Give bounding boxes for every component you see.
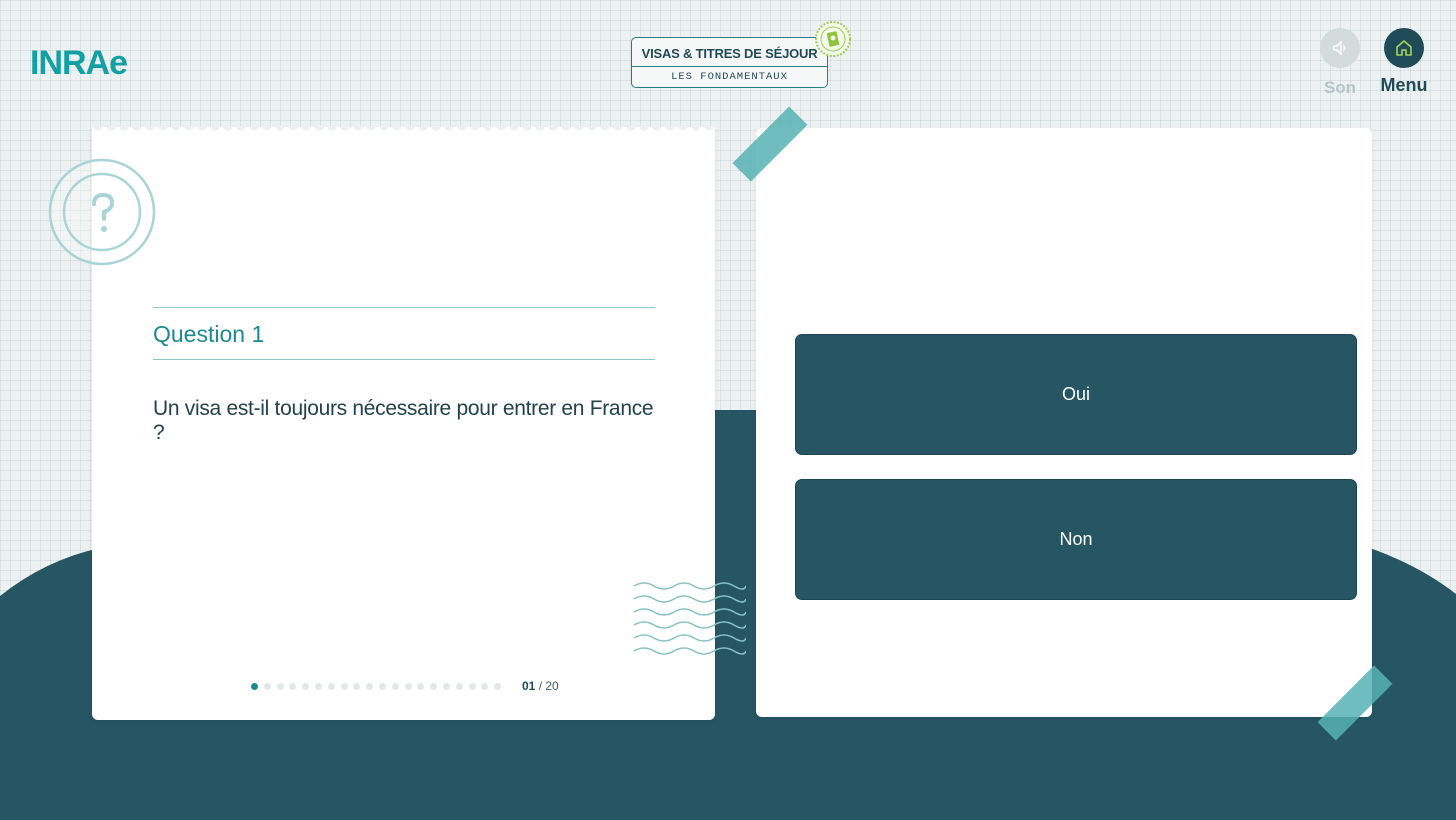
progress-dot — [366, 683, 374, 690]
notebook-perforation — [92, 126, 715, 136]
progress-dot — [289, 683, 297, 690]
progress-current: 01 — [522, 679, 536, 693]
progress-dot — [327, 683, 335, 690]
progress-dot — [468, 683, 476, 690]
progress-dot — [481, 683, 489, 690]
sound-toggle[interactable]: Son — [1316, 28, 1364, 98]
answer-no-button[interactable]: Non — [795, 479, 1357, 600]
menu-button[interactable] — [1384, 28, 1424, 68]
progress-dots — [251, 683, 502, 690]
postmark-waves-icon — [633, 582, 746, 655]
course-title-badge: VISAS & TITRES DE SÉJOUR LES FONDAMENTAU… — [631, 37, 828, 88]
progress-dot — [263, 683, 271, 690]
progress-dot — [353, 683, 361, 690]
progress-dot — [340, 683, 348, 690]
progress-dot — [314, 683, 322, 690]
sound-label: Son — [1323, 78, 1357, 97]
progress-dot — [417, 683, 425, 690]
progress-dot — [404, 683, 412, 690]
question-mark-stamp-icon — [48, 158, 156, 266]
menu-toggle[interactable]: Menu — [1376, 28, 1432, 96]
speaker-icon — [1333, 40, 1346, 56]
progress-dot — [455, 683, 463, 690]
progress-counter: 01 / 20 — [522, 679, 559, 693]
answer-yes-button[interactable]: Oui — [795, 334, 1357, 455]
divider-bottom — [153, 359, 655, 360]
inrae-logo: INRAe — [30, 44, 128, 82]
answer-card: Oui Non — [756, 128, 1372, 717]
progress-dot — [251, 683, 258, 690]
progress-dot — [391, 683, 399, 690]
question-card: Question 1 Un visa est-il toujours néces… — [92, 126, 715, 720]
progress-dot — [276, 683, 284, 690]
progress-dot — [442, 683, 450, 690]
divider-top — [153, 307, 655, 308]
question-number: Question 1 — [153, 321, 265, 347]
progress-total: / 20 — [538, 679, 559, 693]
progress-dot — [494, 683, 502, 690]
passport-stamp-icon — [815, 21, 851, 57]
progress-dot — [430, 683, 438, 690]
question-text: Un visa est-il toujours nécessaire pour … — [153, 397, 654, 444]
progress-dot — [302, 683, 310, 690]
progress-dot — [378, 683, 386, 690]
course-subtitle: LES FONDAMENTAUX — [671, 71, 788, 83]
course-title: VISAS & TITRES DE SÉJOUR — [632, 38, 827, 67]
sound-button[interactable] — [1320, 28, 1360, 68]
menu-label: Menu — [1380, 75, 1428, 95]
home-icon — [1396, 40, 1412, 56]
